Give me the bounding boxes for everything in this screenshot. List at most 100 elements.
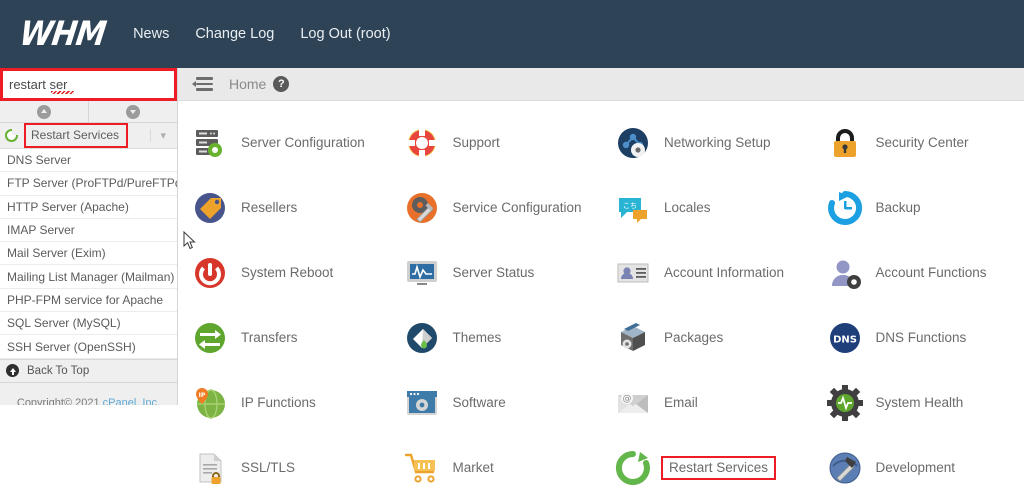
tile-backup[interactable]: Backup [813,175,1024,240]
whm-logo: WHM [17,14,108,54]
envelope-at-icon: @ [614,384,652,422]
tile-label: Account Functions [875,265,987,280]
tile-server-configuration[interactable]: Server Configuration [178,110,390,175]
tile-label: Security Center [875,135,969,150]
content-topbar: Home ? [178,68,1024,101]
back-to-top-button[interactable]: Back To Top [0,358,177,383]
chevron-up-circle-icon [37,104,51,119]
tile-support[interactable]: Support [390,110,602,175]
sidebar: Restart Services ▾ DNS Server FTP Server… [0,68,178,405]
tile-label: Themes [452,330,502,345]
sidebar-item-mail-server[interactable]: Mail Server (Exim) [0,242,177,266]
sidebar-group-label: Restart Services [31,128,120,142]
window-gear-icon [403,384,441,422]
dns-badge-icon: DNS [826,319,864,357]
box-gear-icon [614,319,652,357]
tile-resellers[interactable]: Resellers [178,175,390,240]
tile-label: Transfers [241,330,298,345]
tile-locales[interactable]: こち Locales [601,175,813,240]
tile-email[interactable]: @ Email [601,370,813,435]
restart-circle-icon [5,129,18,142]
tile-market[interactable]: Market [390,435,602,500]
transfer-arrows-icon [191,319,229,357]
search-box [0,68,177,101]
tile-service-configuration[interactable]: Service Configuration [390,175,602,240]
sidebar-footer: Copyright© 2021 cPanel, Inc. EULA Tradem… [0,383,177,405]
tile-server-status[interactable]: Server Status [390,240,602,305]
tile-software[interactable]: Software [390,370,602,435]
document-lock-icon [191,449,229,487]
nav-change-log[interactable]: Change Log [195,26,274,42]
tile-label: Support [452,135,500,150]
tile-label: Backup [875,200,921,215]
tile-account-functions[interactable]: Account Functions [813,240,1024,305]
monitor-pulse-icon [403,254,441,292]
feature-grid: Server Configuration Support Networking … [178,102,1024,502]
gear-pulse-icon [826,384,864,422]
chevron-down-icon[interactable]: ▾ [150,129,173,142]
sidebar-item-imap-server[interactable]: IMAP Server [0,219,177,243]
clock-restore-icon [826,189,864,227]
tile-label: Software [452,395,506,410]
tile-label: System Reboot [241,265,334,280]
tile-themes[interactable]: Themes [390,305,602,370]
tile-restart-services[interactable]: Restart Services [601,435,813,500]
tile-ip-functions[interactable]: IP IP Functions [178,370,390,435]
next-result-button[interactable] [89,101,177,122]
tile-system-reboot[interactable]: System Reboot [178,240,390,305]
sidebar-item-sql-server[interactable]: SQL Server (MySQL) [0,312,177,336]
tile-dns-functions[interactable]: DNS DNS Functions [813,305,1024,370]
price-tag-icon [191,189,229,227]
tile-label: Development [875,460,956,475]
sidebar-item-ssh-server[interactable]: SSH Server (OpenSSH) [0,335,177,359]
tile-label: System Health [875,395,964,410]
tile-transfers[interactable]: Transfers [178,305,390,370]
tile-security-center[interactable]: Security Center [813,110,1024,175]
nav-logout[interactable]: Log Out (root) [300,26,390,42]
sidebar-item-dns-server[interactable]: DNS Server [0,149,177,173]
breadcrumb: Home [229,76,267,92]
app-header: WHM News Change Log Log Out (root) [0,0,1024,68]
tile-label: Email [664,395,698,410]
tile-label: Locales [664,200,711,215]
lifebuoy-icon [403,124,441,162]
tile-label: Account Information [664,265,785,280]
network-setup-icon [614,124,652,162]
tile-label: Server Configuration [241,135,365,150]
sidebar-item-mailing-list-manager[interactable]: Mailing List Manager (Mailman) [0,265,177,289]
shopping-cart-icon [403,449,441,487]
tile-label: SSL/TLS [241,460,296,475]
tile-label: Service Configuration [452,200,582,215]
tile-label: Restart Services [661,455,777,480]
server-config-icon [191,124,229,162]
sidebar-item-php-fpm[interactable]: PHP-FPM service for Apache [0,289,177,313]
tile-account-information[interactable]: Account Information [601,240,813,305]
copyright-text: Copyright© 2021 [16,396,103,405]
restart-circle-icon [614,449,652,487]
paint-bucket-icon [403,319,441,357]
help-icon[interactable]: ? [273,76,290,92]
tile-ssl-tls[interactable]: SSL/TLS [178,435,390,500]
tile-networking-setup[interactable]: Networking Setup [601,110,813,175]
sidebar-group-restart-services[interactable]: Restart Services ▾ [0,123,177,149]
sidebar-item-http-server[interactable]: HTTP Server (Apache) [0,196,177,219]
back-to-top-label: Back To Top [27,364,90,377]
tile-system-health[interactable]: System Health [813,370,1024,435]
hamburger-icon[interactable] [192,77,213,91]
header-nav: News Change Log Log Out (root) [133,26,417,42]
svg-text:こち: こち [623,202,637,210]
cpanel-link[interactable]: cPanel, Inc. [103,397,160,405]
sidebar-group-label-highlight: Restart Services [24,123,129,148]
prev-result-button[interactable] [0,101,89,122]
tile-label: Networking Setup [664,135,771,150]
nav-news[interactable]: News [133,26,169,42]
svg-text:IP: IP [199,392,206,399]
sidebar-item-ftp-server[interactable]: FTP Server (ProFTPd/PureFTPd) [0,172,177,196]
tile-packages[interactable]: Packages [601,305,813,370]
search-input[interactable] [3,71,177,98]
search-nav-arrows [0,101,177,123]
tile-development[interactable]: Development [813,435,1024,500]
chevron-down-circle-icon [126,104,140,119]
ip-globe-icon: IP [191,384,229,422]
whm-app: WHM News Change Log Log Out (root) Resta… [0,0,1024,502]
